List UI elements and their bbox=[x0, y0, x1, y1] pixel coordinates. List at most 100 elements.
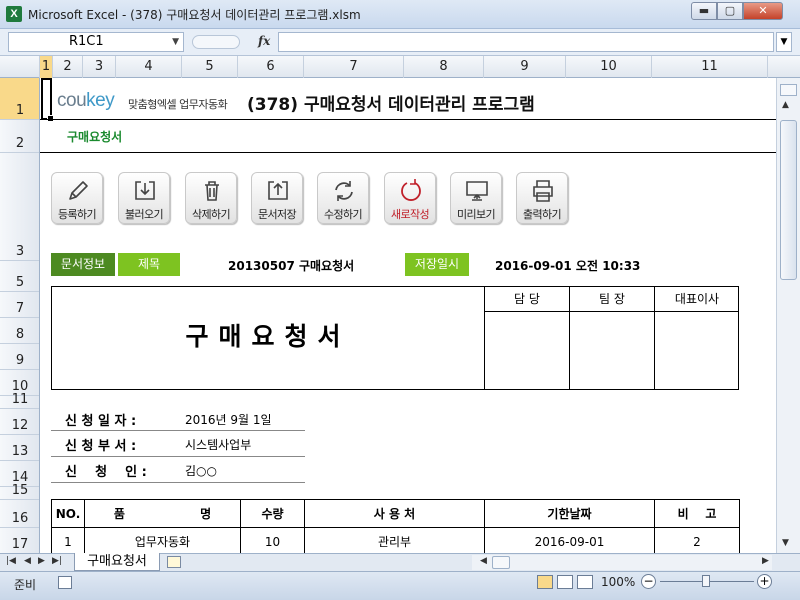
scroll-up-icon[interactable]: ▲ bbox=[782, 100, 789, 110]
col-due-date: 기한날짜 bbox=[484, 499, 655, 528]
column-header-cell[interactable]: 5 bbox=[182, 56, 238, 78]
row-header-cell[interactable]: 8 bbox=[0, 318, 39, 344]
prev-sheet-icon[interactable]: ◀ bbox=[24, 556, 31, 566]
print-button[interactable]: 출력하기 bbox=[516, 172, 568, 224]
column-header-cell[interactable]: 11 bbox=[652, 56, 768, 78]
saved-at-value[interactable]: 2016-09-01 오전 10:33 bbox=[495, 257, 640, 274]
requester-label: 신 청 인 : bbox=[65, 465, 147, 480]
row-header-cell[interactable]: 5 bbox=[0, 261, 39, 292]
column-header-cell[interactable]: 7 bbox=[304, 56, 404, 78]
scroll-left-icon[interactable]: ◀ bbox=[480, 556, 487, 566]
divider bbox=[40, 119, 776, 120]
page-layout-icon[interactable] bbox=[557, 575, 573, 589]
row-header-cell[interactable]: 13 bbox=[0, 435, 39, 461]
register-button[interactable]: 등록하기 bbox=[51, 172, 103, 224]
row-header-cell[interactable]: 15 bbox=[0, 483, 39, 500]
row-header-cell[interactable]: 3 bbox=[0, 153, 39, 261]
zoom-level[interactable]: 100% bbox=[601, 575, 635, 589]
select-all-corner[interactable] bbox=[0, 56, 40, 78]
formula-input[interactable] bbox=[278, 32, 774, 52]
name-box[interactable]: R1C1 ▼ bbox=[8, 32, 184, 52]
close-button[interactable]: ✕ bbox=[743, 2, 783, 20]
save-document-button[interactable]: 문서저장 bbox=[251, 172, 303, 224]
column-header-cell[interactable]: 8 bbox=[404, 56, 484, 78]
normal-view-icon[interactable] bbox=[537, 575, 553, 589]
row-header-cell[interactable]: 2 bbox=[0, 120, 39, 153]
requester-value[interactable]: 김○○ bbox=[185, 462, 217, 479]
active-cell-cursor bbox=[41, 78, 54, 122]
divider bbox=[51, 456, 305, 457]
cell-remarks[interactable]: 2 bbox=[654, 527, 740, 553]
preview-button[interactable]: 미리보기 bbox=[450, 172, 502, 224]
col-item-name: 품 명 bbox=[84, 499, 241, 528]
document-heading: 구매요청서 bbox=[185, 322, 351, 351]
zoom-slider-thumb[interactable] bbox=[702, 575, 710, 587]
chevron-down-icon[interactable]: ▼ bbox=[172, 33, 179, 51]
cell-quantity[interactable]: 10 bbox=[240, 527, 305, 553]
column-header-cell[interactable]: 4 bbox=[116, 56, 182, 78]
items-table: NO. 품 명 수량 사 용 처 기한날짜 비 고 1 업무자동화 10 관리부… bbox=[51, 499, 740, 553]
minimize-button[interactable]: ▬ bbox=[691, 2, 717, 20]
maximize-button[interactable]: ▢ bbox=[717, 2, 743, 20]
logo-tagline: 맞춤형엑셀 업무자동화 bbox=[128, 98, 228, 111]
next-sheet-icon[interactable]: ▶ bbox=[38, 556, 45, 566]
column-header-cell[interactable]: 1 bbox=[40, 56, 53, 78]
zoom-in-icon[interactable]: + bbox=[757, 574, 772, 589]
load-label: 불러오기 bbox=[124, 208, 164, 221]
load-button[interactable]: 불러오기 bbox=[118, 172, 170, 224]
new-document-button[interactable]: 새로작성 bbox=[384, 172, 436, 224]
row-header-cell[interactable]: 12 bbox=[0, 409, 39, 435]
edit-button[interactable]: 수정하기 bbox=[317, 172, 369, 224]
insert-sheet-icon[interactable] bbox=[167, 556, 181, 568]
row-header-cell[interactable]: 7 bbox=[0, 292, 39, 318]
macro-record-icon[interactable] bbox=[58, 576, 72, 589]
column-header-cell[interactable]: 10 bbox=[566, 56, 652, 78]
approval-ceo[interactable]: 대표이사 bbox=[654, 287, 739, 389]
new-document-label: 새로작성 bbox=[390, 208, 430, 221]
row-number: 12 bbox=[11, 418, 29, 433]
row-header-cell[interactable]: 11 bbox=[0, 392, 39, 409]
row-header-cell[interactable]: 9 bbox=[0, 344, 39, 370]
expand-formula-icon[interactable]: ▼ bbox=[776, 32, 792, 52]
row-header-cell[interactable]: 1 bbox=[0, 78, 39, 120]
excel-icon[interactable]: X bbox=[6, 6, 22, 22]
scroll-thumb[interactable] bbox=[492, 556, 510, 569]
register-label: 등록하기 bbox=[57, 208, 97, 221]
doc-title-value[interactable]: 20130507 구매요청서 bbox=[228, 257, 354, 274]
column-header-cell[interactable]: 2 bbox=[53, 56, 83, 78]
scroll-down-icon[interactable]: ▼ bbox=[782, 538, 789, 548]
preview-label: 미리보기 bbox=[456, 208, 496, 221]
col-quantity: 수량 bbox=[240, 499, 305, 528]
approval-team-lead[interactable]: 팀 장 bbox=[569, 287, 654, 389]
row-header-cell[interactable]: 17 bbox=[0, 528, 39, 553]
delete-button[interactable]: 삭제하기 bbox=[185, 172, 237, 224]
page-break-icon[interactable] bbox=[577, 575, 593, 589]
last-sheet-icon[interactable]: ▶| bbox=[52, 556, 62, 566]
column-header-cell[interactable]: 3 bbox=[83, 56, 116, 78]
approval-header: 대표이사 bbox=[655, 287, 739, 312]
column-header-cell[interactable]: 9 bbox=[484, 56, 566, 78]
scroll-thumb[interactable] bbox=[780, 120, 797, 280]
approval-staff[interactable]: 담 당 bbox=[484, 287, 569, 389]
row-number: 5 bbox=[15, 275, 25, 290]
zoom-out-icon[interactable]: − bbox=[641, 574, 656, 589]
first-sheet-icon[interactable]: |◀ bbox=[6, 556, 16, 566]
cell-no[interactable]: 1 bbox=[51, 527, 85, 553]
sheet-tab-active[interactable]: 구매요청서 bbox=[74, 553, 160, 571]
cell-usage[interactable]: 관리부 bbox=[304, 527, 485, 553]
split-handle[interactable] bbox=[780, 84, 797, 96]
scroll-right-icon[interactable]: ▶ bbox=[762, 556, 769, 566]
col-remarks: 비 고 bbox=[654, 499, 740, 528]
row-number: 2 bbox=[15, 136, 25, 151]
column-header-cell[interactable]: 6 bbox=[238, 56, 304, 78]
request-dept-value[interactable]: 시스템사업부 bbox=[185, 436, 251, 453]
vertical-scrollbar[interactable]: ▲ ▼ bbox=[776, 78, 800, 553]
cell-item-name[interactable]: 업무자동화 bbox=[84, 527, 241, 553]
insert-function-icon[interactable]: fx bbox=[258, 34, 270, 48]
row-header-cell[interactable]: 16 bbox=[0, 500, 39, 528]
request-date-value[interactable]: 2016년 9월 1일 bbox=[185, 411, 272, 428]
worksheet[interactable]: coukey 맞춤형엑셀 업무자동화 (378) 구매요청서 데이터관리 프로그… bbox=[40, 78, 776, 553]
document-header-box: 구매요청서 담 당 팀 장 대표이사 bbox=[51, 286, 739, 390]
horizontal-scrollbar[interactable]: ◀ ▶ bbox=[472, 555, 772, 570]
cell-due-date[interactable]: 2016-09-01 bbox=[484, 527, 655, 553]
